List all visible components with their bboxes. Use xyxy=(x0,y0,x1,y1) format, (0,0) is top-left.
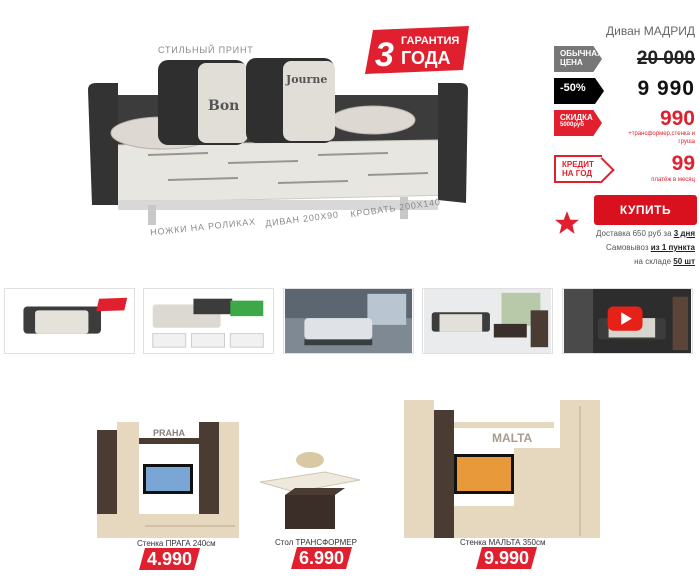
credit-tag-line2: НА ГОД xyxy=(562,169,593,178)
badge-number: 3 xyxy=(375,36,394,74)
credit-payment: 99 xyxy=(671,152,695,175)
regular-tag-line2: ЦЕНА xyxy=(560,58,583,67)
product-price-malta: 9.990 xyxy=(476,547,537,569)
product-name: Диван МАДРИД xyxy=(606,24,695,38)
regular-tag-line1: ОБЫЧНАЯ xyxy=(560,49,603,58)
price-panel: Диван МАДРИД ОБЫЧНАЯ ЦЕНА 20 000 -50% 9 … xyxy=(550,18,700,273)
thumbnail-video[interactable] xyxy=(562,288,693,354)
play-icon xyxy=(607,306,643,331)
delivery-text: Доставка 650 руб за xyxy=(596,229,674,238)
thumbnail-strip xyxy=(4,288,696,354)
discount-tag-line2: 5000руб xyxy=(560,122,584,128)
sofa-illustration: Bon Journe xyxy=(88,58,468,225)
stock-text: на складе xyxy=(634,257,674,266)
product-price-table: 6.990 xyxy=(291,547,352,569)
regular-price: 20 000 xyxy=(636,48,695,69)
regular-price-tag: ОБЫЧНАЯ ЦЕНА xyxy=(554,46,602,72)
related-products: PRAHA Стенка ПРАГА 240см 4.990 Стол ТРАН… xyxy=(0,380,700,579)
product-name-malta: Стенка МАЛЬТА 350см xyxy=(460,538,546,547)
svg-text:Journe: Journe xyxy=(285,73,327,86)
delivery-days: 3 дня xyxy=(673,229,695,238)
pickup-point-link[interactable]: из 1 пункта xyxy=(651,243,695,252)
malta-wall-image: MALTA xyxy=(404,400,600,538)
credit-note: платёж в месяц xyxy=(651,177,695,183)
product-name-table: Стол ТРАНСФОРМЕР xyxy=(275,538,357,547)
product-price-praga: 4.990 xyxy=(139,548,200,570)
warranty-badge: 3 ГАРАНТИЯ ГОДА xyxy=(365,26,469,74)
discount-note-2: груша xyxy=(678,139,695,145)
product-name-praga: Стенка ПРАГА 240см xyxy=(137,539,216,548)
hero-image: СТИЛЬНЫЙ ПРИНТ Bon Journe НОЖКИ НА РОЛИК… xyxy=(0,0,550,285)
discount-note: +трансформер,стенка и xyxy=(628,131,695,137)
table-image xyxy=(259,452,361,529)
badge-word: ГОДА xyxy=(401,48,451,68)
star-icon xyxy=(555,211,579,234)
badge-top-text: ГАРАНТИЯ xyxy=(401,35,459,47)
discount-tag: СКИДКА 5000руб xyxy=(554,110,602,136)
thumbnail-4[interactable] xyxy=(422,288,553,354)
product-card-praga[interactable]: PRAHA Стенка ПРАГА 240см 4.990 xyxy=(95,418,245,568)
delivery-info: Доставка 650 руб за 3 дня xyxy=(596,229,695,238)
credit-tag: КРЕДИТ НА ГОД xyxy=(554,155,602,183)
stock-info: на складе 50 шт xyxy=(634,257,695,266)
praga-wall-image: PRAHA xyxy=(97,422,239,538)
discount-tag-line1: СКИДКА xyxy=(560,113,593,122)
svg-text:Bon: Bon xyxy=(208,98,239,114)
malta-shelf-word: MALTA xyxy=(492,431,533,445)
sale-price: 9 990 xyxy=(637,77,695,100)
label-stylish-print: СТИЛЬНЫЙ ПРИНТ xyxy=(158,45,254,55)
product-card-table[interactable]: Стол ТРАНСФОРМЕР 6.990 xyxy=(255,450,365,568)
sale-tag: -50% xyxy=(554,78,604,104)
pickup-info: Самовывоз из 1 пункта xyxy=(606,243,695,252)
thumbnail-3[interactable] xyxy=(283,288,414,354)
praga-shelf-word: PRAHA xyxy=(153,428,186,438)
credit-tag-line1: КРЕДИТ xyxy=(562,160,594,169)
buy-button[interactable]: КУПИТЬ xyxy=(594,195,697,225)
product-card-malta[interactable]: MALTA Стенка МАЛЬТА 350см 9.990 xyxy=(402,396,607,571)
thumbnail-2[interactable] xyxy=(143,288,274,354)
stock-count: 50 шт xyxy=(673,257,695,266)
thumbnail-1[interactable] xyxy=(4,288,135,354)
discount-price: 990 xyxy=(659,107,695,130)
pickup-text: Самовывоз xyxy=(606,243,651,252)
